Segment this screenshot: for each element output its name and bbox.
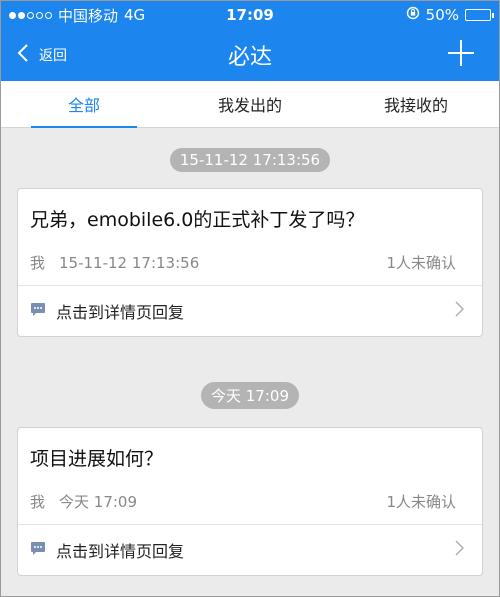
message-meta: 我 今天 17:09 1人未确认 <box>18 481 482 525</box>
tab-bar: 全部 我发出的 我接收的 <box>1 81 499 128</box>
time-divider-label: 今天 17:09 <box>201 382 299 409</box>
chevron-left-icon <box>17 43 29 67</box>
message-meta: 我 15-11-12 17:13:56 1人未确认 <box>18 242 482 286</box>
confirmation-status: 1人未确认 <box>386 254 456 272</box>
page-title: 必达 <box>227 45 273 70</box>
battery-percent: 50% <box>425 6 459 24</box>
chevron-right-icon <box>455 540 465 560</box>
reply-link[interactable]: 点击到详情页回复 <box>18 525 482 575</box>
message-sender: 我 <box>30 254 46 272</box>
message-card[interactable]: 兄弟，emobile6.0的正式补丁发了吗？ 我 15-11-12 17:13:… <box>17 188 483 337</box>
app-header: 中国移动 4G 17:09 50% 返回 必达 <box>1 1 499 81</box>
message-timestamp: 今天 17:09 <box>59 493 138 511</box>
confirmation-status: 1人未确认 <box>386 493 456 511</box>
carrier-name: 中国移动 <box>58 6 119 25</box>
chevron-right-icon <box>455 301 465 321</box>
time-divider-label: 15-11-12 17:13:56 <box>169 148 331 172</box>
time-divider: 今天 17:09 <box>1 382 499 409</box>
status-bar: 中国移动 4G 17:09 50% <box>1 1 499 29</box>
reply-label: 点击到详情页回复 <box>56 542 185 561</box>
reply-label: 点击到详情页回复 <box>56 303 185 322</box>
tab-sent[interactable]: 我发出的 <box>167 81 333 127</box>
tab-received[interactable]: 我接收的 <box>333 81 499 127</box>
reply-link[interactable]: 点击到详情页回复 <box>18 286 482 336</box>
add-icon[interactable] <box>447 39 475 71</box>
battery-icon <box>465 9 494 21</box>
chat-bubble-icon <box>30 302 46 321</box>
chat-bubble-icon <box>30 541 46 560</box>
back-button[interactable]: 返回 <box>1 43 67 67</box>
message-timestamp: 15-11-12 17:13:56 <box>59 253 200 272</box>
signal-strength-icon <box>9 11 52 19</box>
message-list: 15-11-12 17:13:56 兄弟，emobile6.0的正式补丁发了吗？… <box>1 148 499 576</box>
message-card[interactable]: 项目进展如何？ 我 今天 17:09 1人未确认 点击到详情页回复 <box>17 427 483 576</box>
time-divider: 15-11-12 17:13:56 <box>1 148 499 172</box>
tab-all[interactable]: 全部 <box>1 81 167 128</box>
network-type: 4G <box>124 6 146 24</box>
navigation-bar: 返回 必达 <box>1 29 499 81</box>
status-time: 17:09 <box>226 6 274 24</box>
message-sender: 我 <box>30 493 46 511</box>
back-label: 返回 <box>39 48 67 64</box>
message-title: 兄弟，emobile6.0的正式补丁发了吗？ <box>30 209 365 231</box>
message-title: 项目进展如何？ <box>30 448 164 470</box>
rotation-lock-icon <box>406 6 420 24</box>
